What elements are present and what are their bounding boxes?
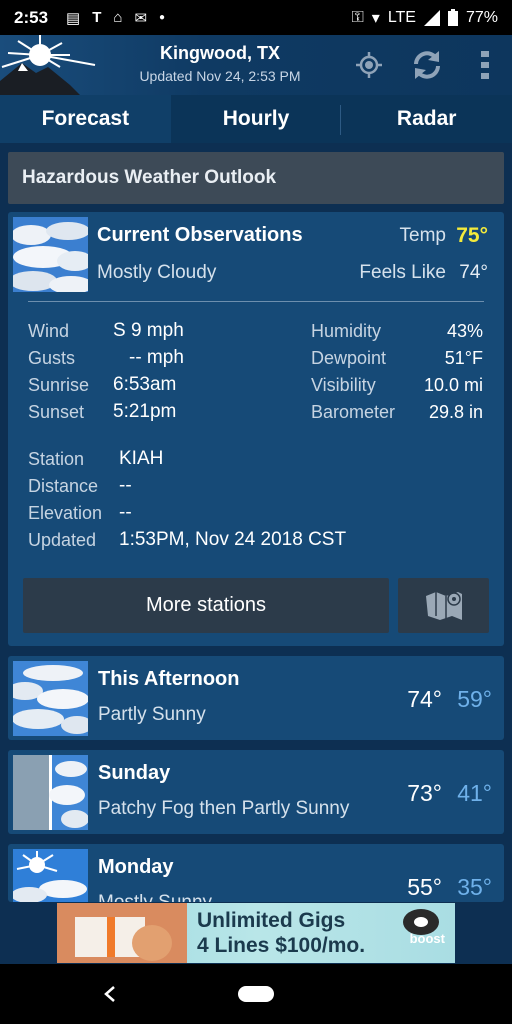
mostly-sunny-thumbnail xyxy=(13,849,88,902)
overflow-menu-button[interactable] xyxy=(467,47,503,83)
forecast-card[interactable]: Sunday Patchy Fog then Partly Sunny 73° … xyxy=(8,750,504,834)
tmobile-icon: T xyxy=(92,9,102,26)
temp-label: Temp xyxy=(399,225,446,246)
ad-line-2: 4 Lines $100/mo. xyxy=(197,934,366,957)
location-city: Kingwood, TX xyxy=(160,43,280,63)
forecast-condition: Partly Sunny xyxy=(98,704,206,725)
station-value: KIAH xyxy=(119,448,164,469)
network-type: LTE xyxy=(387,8,416,26)
temp-value: 75° xyxy=(456,224,488,247)
map-icon xyxy=(425,591,462,620)
forecast-low: 59° xyxy=(457,686,492,712)
ad-banner[interactable]: Unlimited Gigs 4 Lines $100/mo. boost xyxy=(57,903,455,963)
barometer-label: Barometer xyxy=(311,402,396,422)
vpn-key-icon: ⚿ xyxy=(351,8,364,26)
tab-hourly[interactable]: Hourly xyxy=(171,95,342,143)
current-observations-card: Current Observations Mostly Cloudy Temp … xyxy=(8,212,504,646)
forecast-high: 73° xyxy=(407,780,442,806)
signal-icon xyxy=(423,9,440,26)
status-bar: 2:53 ▤ T ⌂ ✉ ● ⚿ ▾ LTE 77% xyxy=(0,0,512,35)
forecast-card[interactable]: Monday Mostly Sunny 55° 35° xyxy=(8,844,504,902)
tab-bar: Forecast Hourly Radar xyxy=(0,95,512,143)
station-label: Station xyxy=(28,449,85,469)
hazardous-outlook-label: Hazardous Weather Outlook xyxy=(22,167,277,188)
tab-forecast[interactable]: Forecast xyxy=(0,95,171,143)
forecast-card[interactable]: This Afternoon Partly Sunny 74° 59° xyxy=(8,656,504,740)
more-stations-label: More stations xyxy=(145,594,267,616)
status-time: 2:53 xyxy=(14,7,49,27)
wind-value: S 9 mph xyxy=(113,320,184,341)
gusts-value: -- mph xyxy=(129,347,184,368)
ad-brand: boost xyxy=(409,931,445,946)
app-header: Kingwood, TX Updated Nov 24, 2:53 PM xyxy=(0,35,512,95)
humidity-label: Humidity xyxy=(311,321,382,341)
forecast-condition: Patchy Fog then Partly Sunny xyxy=(98,798,350,819)
visibility-label: Visibility xyxy=(311,375,376,395)
sunset-label: Sunset xyxy=(28,402,85,422)
refresh-icon xyxy=(414,51,440,79)
tab-radar[interactable]: Radar xyxy=(341,95,512,143)
humidity-value: 43% xyxy=(446,321,483,341)
more-vert-icon xyxy=(481,51,489,79)
gps-icon xyxy=(356,52,382,78)
forecast-period: Sunday xyxy=(98,762,171,784)
visibility-value: 10.0 mi xyxy=(423,375,483,395)
gusts-label: Gusts xyxy=(28,348,76,368)
sunrise-value: 6:53am xyxy=(113,374,177,395)
station-map-button[interactable] xyxy=(398,578,489,633)
system-nav-bar xyxy=(0,964,512,1024)
forecast-low: 41° xyxy=(457,780,492,806)
forecast-period: Monday xyxy=(98,856,174,878)
message-notification-icon: ▤ xyxy=(66,9,81,27)
app-logo xyxy=(0,35,100,95)
updated-time: Updated Nov 24, 2:53 PM xyxy=(139,68,301,84)
distance-label: Distance xyxy=(28,476,99,496)
current-condition: Mostly Cloudy xyxy=(97,262,217,283)
cloudy-thumbnail xyxy=(13,217,88,292)
sunset-value: 5:21pm xyxy=(113,401,177,422)
tab-label: Forecast xyxy=(41,107,130,130)
home-notification-icon: ⌂ xyxy=(113,9,123,26)
home-pill-icon[interactable] xyxy=(238,986,274,1002)
ad-line-1: Unlimited Gigs xyxy=(197,909,346,932)
fog-partly-sunny-thumbnail xyxy=(13,755,88,830)
back-icon[interactable] xyxy=(102,985,118,1003)
battery-percent: 77% xyxy=(465,8,498,26)
feels-like-value: 74° xyxy=(459,262,488,283)
dot-icon: ● xyxy=(159,12,166,23)
divider xyxy=(28,301,484,302)
forecast-condition: Mostly Sunny xyxy=(98,892,212,902)
tab-label: Hourly xyxy=(222,107,290,130)
refresh-button[interactable] xyxy=(409,47,445,83)
forecast-low: 35° xyxy=(457,874,492,900)
current-observations-title: Current Observations xyxy=(97,224,303,246)
gps-button[interactable] xyxy=(351,47,387,83)
distance-value: -- xyxy=(119,475,132,496)
forecast-high: 55° xyxy=(407,874,442,900)
barometer-value: 29.8 in xyxy=(428,402,483,422)
hazardous-outlook-button[interactable]: Hazardous Weather Outlook xyxy=(8,152,504,204)
location-info[interactable]: Kingwood, TX Updated Nov 24, 2:53 PM xyxy=(120,43,320,84)
dewpoint-value: 51°F xyxy=(444,348,483,368)
partly-sunny-thumbnail xyxy=(13,661,88,736)
forecast-high: 74° xyxy=(407,686,442,712)
wind-label: Wind xyxy=(28,321,70,341)
wifi-icon: ▾ xyxy=(371,9,380,27)
elevation-value: -- xyxy=(119,502,132,523)
forecast-period: This Afternoon xyxy=(98,668,240,690)
elevation-label: Elevation xyxy=(28,503,103,523)
mail-icon: ✉ xyxy=(134,9,148,27)
battery-icon xyxy=(447,9,458,26)
more-stations-button[interactable]: More stations xyxy=(23,578,389,633)
feels-like-label: Feels Like xyxy=(359,262,446,283)
dewpoint-label: Dewpoint xyxy=(311,348,387,368)
obs-updated-label: Updated xyxy=(28,530,97,550)
sunrise-label: Sunrise xyxy=(28,375,90,395)
ad-gift-image xyxy=(57,903,187,963)
tab-label: Radar xyxy=(396,107,457,130)
obs-updated-value: 1:53PM, Nov 24 2018 CST xyxy=(119,529,347,550)
